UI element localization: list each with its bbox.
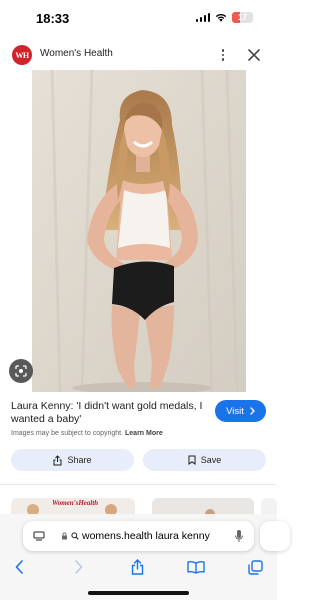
battery-icon: 17 (232, 12, 253, 23)
result-title[interactable]: Laura Kenny: 'I didn't want gold medals,… (11, 400, 211, 426)
share-icon (131, 559, 143, 575)
visit-label: Visit (226, 405, 244, 417)
forward-button[interactable] (66, 555, 90, 579)
status-time: 18:33 (36, 11, 70, 26)
mic-icon[interactable] (234, 529, 244, 543)
source-header: WH Women's Health (0, 40, 277, 70)
home-indicator (88, 591, 189, 595)
more-options-button[interactable] (215, 45, 231, 65)
save-button[interactable]: Save (143, 449, 266, 471)
lock-icon (62, 532, 67, 540)
chevron-left-icon (15, 560, 23, 574)
battery-level: 17 (238, 13, 247, 22)
share-icon (53, 454, 62, 465)
copyright-text: Images may be subject to copyright. (11, 430, 124, 437)
share-page-button[interactable] (125, 555, 149, 579)
copyright-notice: Images may be subject to copyright. Lear… (11, 430, 163, 437)
related-thumb-logo: Women'sHealth (52, 499, 99, 507)
share-label: Share (67, 455, 92, 465)
status-icons: 17 (195, 12, 253, 23)
source-logo[interactable]: WH (12, 45, 32, 65)
close-icon[interactable] (244, 45, 264, 65)
visit-button[interactable]: Visit (215, 400, 266, 422)
learn-more-link[interactable]: Learn More (125, 430, 163, 437)
result-image[interactable] (32, 70, 246, 392)
source-name[interactable]: Women's Health (40, 48, 113, 59)
divider (0, 484, 277, 485)
back-button[interactable] (7, 555, 31, 579)
save-label: Save (200, 455, 222, 465)
search-icon (71, 532, 79, 540)
bookmark-icon (188, 455, 196, 465)
share-button[interactable]: Share (11, 449, 134, 471)
browser-bar: womens.health laura kenny (0, 514, 290, 600)
lens-search-icon (15, 365, 27, 377)
signal-icon (195, 13, 210, 22)
next-tab-preview[interactable] (260, 521, 290, 551)
url-text: womens.health laura kenny (82, 530, 210, 542)
browser-toolbar (0, 555, 277, 579)
lens-button[interactable] (9, 359, 33, 383)
image-viewer (0, 70, 277, 392)
tabs-icon (247, 559, 263, 575)
url-field[interactable]: womens.health laura kenny (61, 530, 210, 542)
wifi-icon (215, 14, 227, 22)
book-icon (187, 560, 205, 574)
status-bar: 18:33 17 (0, 0, 277, 36)
page-menu-icon[interactable] (33, 531, 45, 541)
chevron-right-icon (250, 407, 255, 415)
address-bar[interactable]: womens.health laura kenny (23, 521, 254, 551)
chevron-right-icon (74, 560, 82, 574)
bookmarks-button[interactable] (184, 555, 208, 579)
tabs-button[interactable] (243, 555, 267, 579)
